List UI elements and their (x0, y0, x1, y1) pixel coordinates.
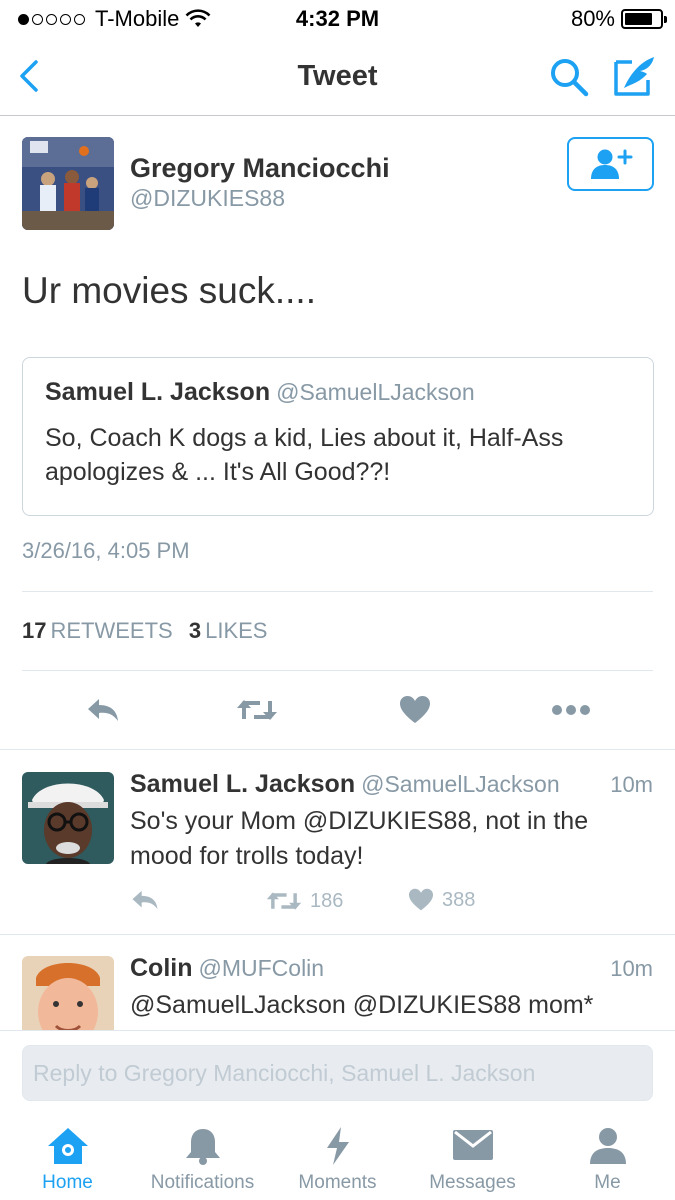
quoted-author-handle: @SamuelLJackson (276, 379, 475, 405)
reply-retweet-button[interactable]: 186 (266, 888, 343, 914)
heart-icon (409, 888, 433, 911)
tab-notifications[interactable]: Notifications (135, 1114, 270, 1200)
search-icon (551, 59, 589, 97)
battery-icon (621, 9, 667, 29)
reply-time: 10m (610, 772, 653, 797)
battery-percentage: 80% (570, 6, 615, 31)
person-icon (589, 1128, 626, 1164)
likes-stat[interactable]: 3 LIKES (189, 618, 278, 643)
reply-avatar[interactable] (22, 772, 114, 864)
like-button[interactable] (392, 690, 438, 730)
reply-retweet-count: 186 (310, 889, 344, 912)
reply-header: Colin @MUFColin 10m (130, 954, 653, 983)
quoted-tweet-header: Samuel L. Jackson @SamuelLJackson (45, 378, 475, 407)
reply-author-handle[interactable]: @SamuelLJackson (361, 771, 560, 797)
retweets-count: 17 (22, 618, 47, 643)
tab-me[interactable]: Me (540, 1114, 675, 1200)
reply-text: @SamuelLJackson @DIZUKIES88 mom* (130, 991, 594, 1019)
tab-label: Messages (429, 1172, 516, 1193)
reply-time: 10m (610, 956, 653, 981)
add-user-icon (590, 149, 632, 179)
reply-input[interactable] (22, 1045, 653, 1101)
compose-button[interactable] (612, 54, 658, 98)
more-icon (552, 705, 590, 715)
tab-home[interactable]: Home (0, 1114, 135, 1200)
author-name[interactable]: Gregory Manciocchi (130, 153, 390, 184)
reply-button[interactable] (80, 690, 126, 730)
reply-author-name[interactable]: Colin (130, 954, 193, 982)
quoted-tweet-text: So, Coach K dogs a kid, Lies about it, H… (45, 424, 564, 486)
tweet-actions (0, 690, 675, 730)
tweet-stats: 17 RETWEETS 3 LIKES (22, 618, 277, 644)
follow-button[interactable] (567, 137, 654, 191)
reply-avatar-image (22, 772, 114, 864)
bell-icon (185, 1129, 220, 1165)
tab-label: Home (42, 1172, 93, 1193)
quoted-tweet[interactable]: Samuel L. Jackson @SamuelLJackson So, Coa… (22, 357, 654, 516)
reply-author-name[interactable]: Samuel L. Jackson (130, 770, 355, 798)
retweet-icon (237, 700, 277, 720)
reply-actions: 186 388 (130, 888, 650, 918)
reply-avatar-image (22, 956, 114, 1030)
tab-label: Me (594, 1172, 621, 1193)
author-avatar[interactable] (22, 137, 114, 230)
divider (22, 591, 653, 592)
reply-like-button[interactable]: 388 (408, 888, 475, 912)
tab-messages[interactable]: Messages (405, 1114, 540, 1200)
retweets-stat[interactable]: 17 RETWEETS (22, 618, 183, 643)
heart-icon (400, 696, 430, 723)
reply-text: So's your Mom @DIZUKIES88, not in the mo… (130, 807, 589, 870)
divider (22, 670, 653, 671)
reply-tweet[interactable]: Samuel L. Jackson @SamuelLJackson 10m So'… (0, 770, 675, 930)
navigation-bar: Tweet (0, 38, 675, 116)
compose-tweet-icon (614, 57, 654, 96)
likes-count: 3 (188, 618, 202, 643)
tab-bar: Home Notifications Moments Messages Me (0, 1114, 675, 1200)
tab-label: Notifications (150, 1172, 255, 1193)
retweets-label: RETWEETS (50, 618, 173, 643)
divider (0, 934, 675, 935)
reply-icon (132, 890, 158, 910)
likes-label: LIKES (205, 618, 268, 643)
quoted-author-name: Samuel L. Jackson (45, 378, 271, 406)
reply-icon (88, 699, 118, 721)
tweet-text: Ur movies suck.... (22, 270, 316, 311)
battery-level (625, 13, 653, 25)
reply-like-count: 388 (442, 888, 476, 911)
author-handle[interactable]: @DIZUKIES88 (130, 185, 285, 212)
reply-author-handle[interactable]: @MUFColin (199, 955, 325, 981)
home-icon (47, 1128, 88, 1164)
tab-label: Moments (298, 1172, 377, 1193)
author-avatar-image (22, 137, 114, 230)
battery-info: 80% (570, 6, 667, 32)
tweet-timestamp: 3/26/16, 4:05 PM (22, 538, 190, 563)
lightning-icon (326, 1127, 349, 1165)
more-options-button[interactable] (548, 690, 594, 730)
reply-tweet[interactable]: Colin @MUFColin 10m @SamuelLJackson @DIZU… (0, 954, 675, 1030)
retweet-button[interactable] (234, 690, 280, 730)
status-bar: T-Mobile 4:32 PM 80% (0, 0, 675, 38)
reply-reply-button[interactable] (130, 888, 160, 912)
search-button[interactable] (548, 56, 590, 98)
tab-moments[interactable]: Moments (270, 1114, 405, 1200)
retweet-icon (266, 892, 302, 910)
reply-bar (0, 1030, 675, 1114)
reply-header: Samuel L. Jackson @SamuelLJackson 10m (130, 770, 653, 799)
divider (0, 749, 675, 750)
reply-avatar[interactable] (22, 956, 114, 1030)
envelope-icon (452, 1130, 493, 1160)
